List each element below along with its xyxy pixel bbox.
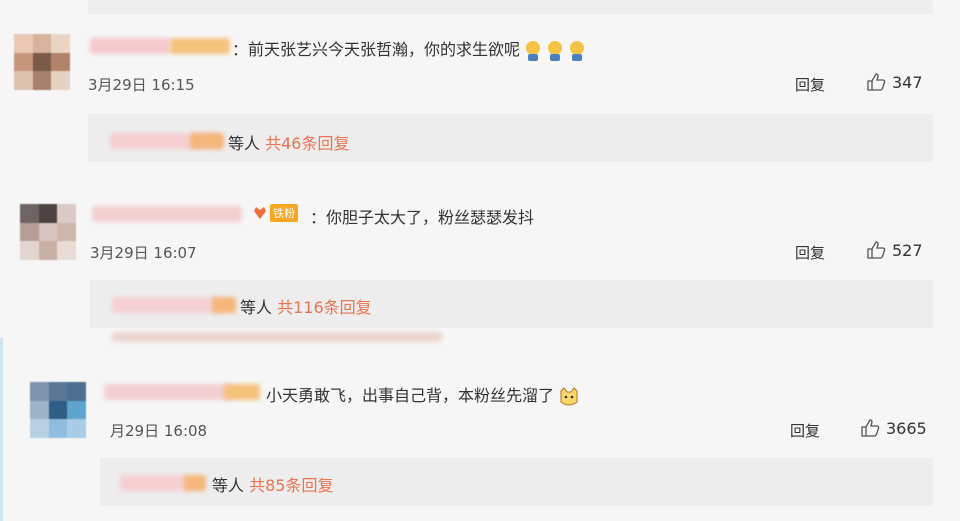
comment-text: ：前天张艺兴今天张哲瀚，你的求生欲呢 <box>232 36 586 62</box>
reply-user-blurred <box>190 133 224 149</box>
fan-badge-icon <box>254 207 266 219</box>
fan-badge: 铁粉 <box>252 204 298 222</box>
reply-button[interactable]: 回复 <box>790 420 820 441</box>
cat-emoji-icon <box>560 386 578 405</box>
like-count: 527 <box>892 240 923 260</box>
comment-text: ：你胆子太大了，粉丝瑟瑟发抖 <box>310 208 535 227</box>
previous-comment-strip <box>88 0 933 14</box>
blurred-row <box>112 332 442 342</box>
comment-text: 小天勇敢飞，出事自己背，本粉丝先溜了 <box>266 382 580 408</box>
like-button[interactable]: 527 <box>866 240 923 260</box>
sub-replies-prefix: 等人 <box>240 298 278 317</box>
sub-replies-link[interactable]: 等人 共85条回复 <box>212 472 333 496</box>
thumbs-up-icon <box>867 73 886 91</box>
sub-replies-count[interactable]: 共85条回复 <box>249 476 333 495</box>
reply-user-blurred <box>112 297 222 313</box>
comment-time: 3月29日 16:15 <box>88 76 195 94</box>
like-button[interactable]: 347 <box>866 72 923 92</box>
sub-replies-prefix: 等人 <box>228 134 266 153</box>
sub-replies-count[interactable]: 共46条回复 <box>265 134 349 153</box>
reply-button[interactable]: 回复 <box>795 242 825 263</box>
avatar[interactable] <box>30 382 86 438</box>
sub-replies-prefix: 等人 <box>212 476 250 495</box>
like-button[interactable]: 3665 <box>860 418 927 438</box>
reply-user-blurred <box>184 475 206 491</box>
sub-replies-link[interactable]: 等人 共116条回复 <box>240 294 372 318</box>
reply-user-blurred <box>120 475 190 491</box>
username-blurred[interactable] <box>224 384 260 400</box>
sub-replies-count[interactable]: 共116条回复 <box>277 298 372 317</box>
avatar[interactable] <box>20 204 76 260</box>
thumbs-up-icon <box>861 419 880 437</box>
comment-time: 月29日 16:08 <box>110 422 208 440</box>
like-count: 3665 <box>886 418 927 438</box>
username-blurred[interactable] <box>90 38 170 54</box>
username-blurred[interactable] <box>92 206 242 222</box>
thread-indicator <box>0 338 3 521</box>
thumbs-up-icon <box>867 241 886 259</box>
comment-time: 3月29日 16:07 <box>90 244 197 262</box>
sweat-emoji-icon <box>570 40 585 61</box>
sub-replies-link[interactable]: 等人 共46条回复 <box>228 130 349 154</box>
username-blurred[interactable] <box>170 38 230 54</box>
avatar[interactable] <box>14 34 70 90</box>
reply-user-blurred <box>212 297 236 313</box>
reply-button[interactable]: 回复 <box>795 74 825 95</box>
sweat-emoji-icon <box>526 40 541 61</box>
fan-badge-label: 铁粉 <box>270 204 298 222</box>
username-blurred[interactable] <box>104 384 234 400</box>
sweat-emoji-icon <box>548 40 563 61</box>
like-count: 347 <box>892 72 923 92</box>
